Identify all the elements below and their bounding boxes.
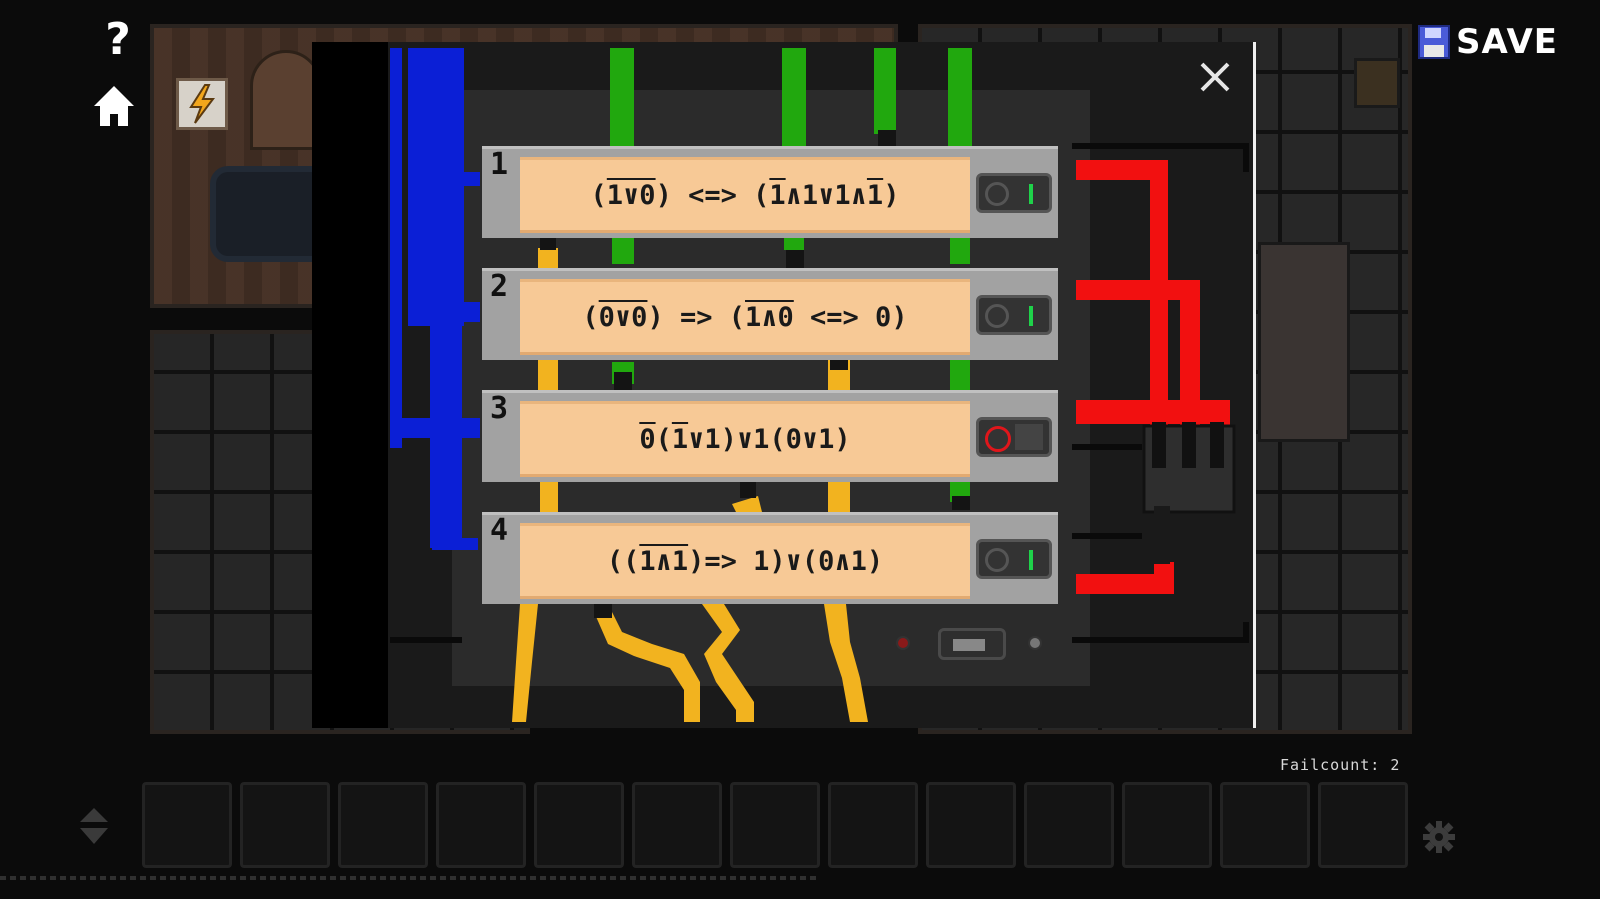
close-button[interactable] — [1198, 60, 1232, 94]
inventory-bar — [142, 782, 1408, 868]
equation-formula: (0∨0) => (1∧0 <=> 0) — [582, 301, 908, 333]
inventory-slot[interactable] — [632, 782, 722, 868]
switch-row-4[interactable] — [976, 539, 1052, 579]
equation-paper: (1∨0) <=> (1∧1∨1∧1) — [520, 157, 970, 233]
inventory-slot[interactable] — [1318, 782, 1408, 868]
inventory-slot[interactable] — [1024, 782, 1114, 868]
switch-row-1[interactable] — [976, 173, 1052, 213]
equation-row-1: 1 (1∨0) <=> (1∧1∨1∧1) — [482, 146, 1058, 238]
switch-row-2[interactable] — [976, 295, 1052, 335]
row-number: 4 — [490, 513, 509, 548]
bottom-strip — [0, 876, 820, 880]
equation-paper: (0∨0) => (1∧0 <=> 0) — [520, 279, 970, 355]
row-number: 3 — [490, 391, 509, 426]
equation-paper: ((1∧1)=> 1)∨(0∧1) — [520, 523, 970, 599]
close-icon — [1200, 62, 1230, 92]
plug-icon — [953, 639, 985, 651]
wire-layer — [390, 48, 1249, 722]
save-label: SAVE — [1456, 22, 1559, 62]
equation-row-3: 3 0(1∨1)∨1(0∨1) — [482, 390, 1058, 482]
indicator-led-right — [1028, 636, 1042, 650]
inventory-slot[interactable] — [828, 782, 918, 868]
inventory-slot[interactable] — [142, 782, 232, 868]
home-icon[interactable] — [92, 84, 136, 128]
save-button[interactable]: SAVE — [1418, 22, 1558, 62]
equation-row-2: 2 (0∨0) => (1∧0 <=> 0) — [482, 268, 1058, 360]
row-number: 1 — [490, 147, 509, 182]
inventory-slot[interactable] — [534, 782, 624, 868]
logic-puzzle-panel — [312, 42, 1256, 728]
equation-paper: 0(1∨1)∨1(0∨1) — [520, 401, 970, 477]
help-icon[interactable]: ? — [96, 16, 140, 64]
lightning-note-icon[interactable] — [176, 78, 228, 130]
indicator-led-left — [896, 636, 910, 650]
inventory-slot[interactable] — [1220, 782, 1310, 868]
equation-formula: 0(1∨1)∨1(0∨1) — [639, 423, 851, 455]
power-plug-switch[interactable] — [938, 628, 1006, 660]
inventory-slot[interactable] — [926, 782, 1016, 868]
inventory-slot[interactable] — [240, 782, 330, 868]
equation-row-4: 4 ((1∧1)=> 1)∨(0∧1) — [482, 512, 1058, 604]
table — [1258, 242, 1350, 442]
floppy-disk-icon — [1418, 25, 1450, 59]
equation-formula: (1∨0) <=> (1∧1∨1∧1) — [590, 179, 900, 211]
inventory-scroll-icon[interactable] — [78, 806, 110, 846]
inventory-slot[interactable] — [730, 782, 820, 868]
row-number: 2 — [490, 269, 509, 304]
switch-row-3[interactable] — [976, 417, 1052, 457]
failcount-text: Failcount: 2 — [1280, 756, 1401, 774]
gear-icon[interactable] — [1422, 820, 1456, 854]
inventory-slot[interactable] — [1122, 782, 1212, 868]
painting[interactable] — [1354, 58, 1400, 108]
inventory-slot[interactable] — [338, 782, 428, 868]
inventory-slot[interactable] — [436, 782, 526, 868]
equation-formula: ((1∧1)=> 1)∨(0∧1) — [606, 545, 884, 577]
